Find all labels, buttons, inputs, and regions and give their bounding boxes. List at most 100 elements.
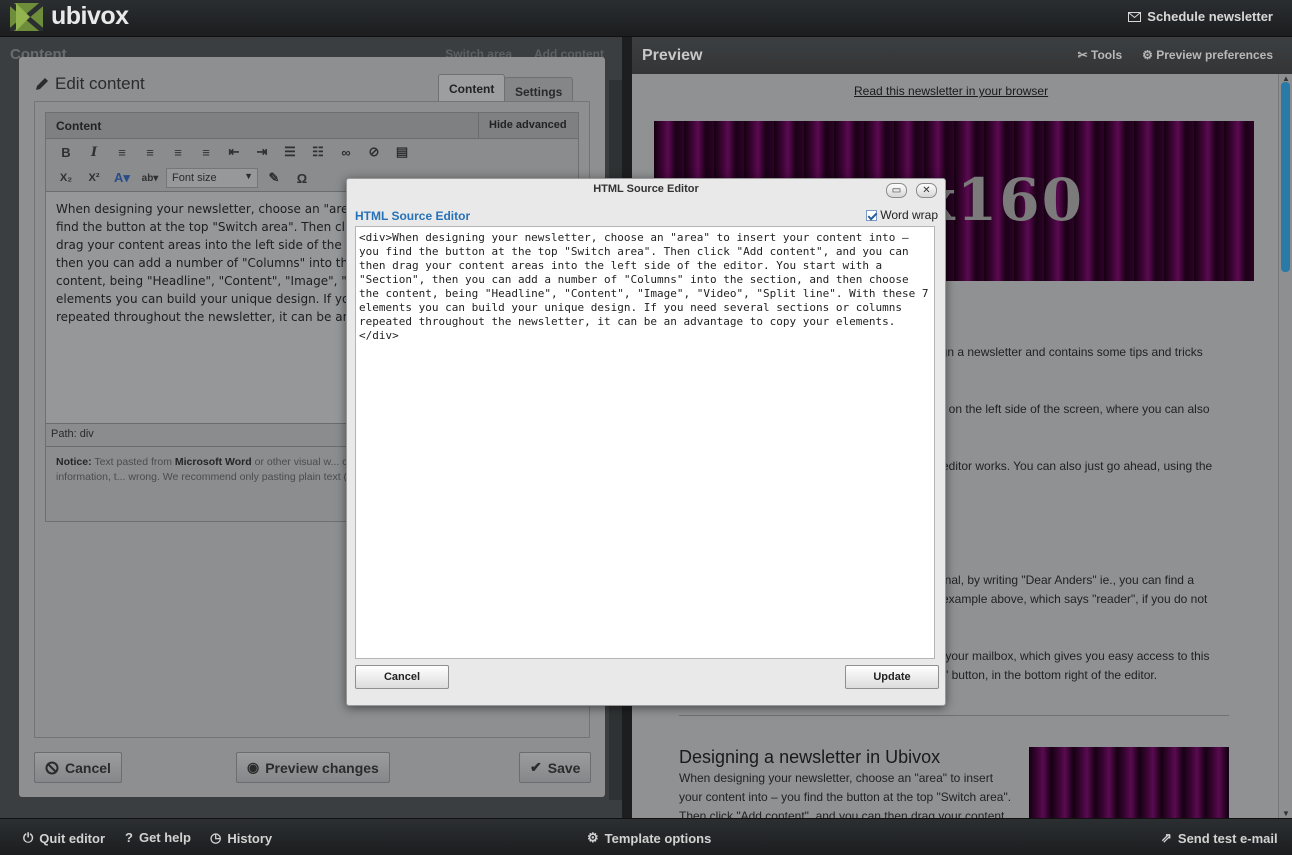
preview-snippet: sonal, by writing "Dear Anders" ie., you…: [932, 573, 1194, 587]
envelope-icon: [1128, 11, 1142, 22]
maximize-button[interactable]: ▭: [886, 183, 907, 198]
schedule-newsletter-button[interactable]: Schedule newsletter: [1128, 9, 1273, 24]
word-wrap-label: Word wrap: [880, 208, 938, 222]
logo-mark-icon: [10, 2, 43, 31]
preview-snippet: n example above, which says "reader", if…: [932, 592, 1208, 606]
path-label: Path:: [51, 428, 77, 440]
preview-snippet: to your mailbox, which gives you easy ac…: [932, 649, 1210, 663]
edit-content-title: Edit content: [34, 74, 145, 94]
word-wrap-checkbox[interactable]: [866, 209, 878, 221]
path-value[interactable]: div: [80, 428, 94, 440]
bold-button[interactable]: B: [54, 142, 78, 162]
logo-text: ubivox: [51, 2, 129, 30]
tools-label: Tools: [1091, 48, 1123, 62]
cancel-icon: [45, 761, 59, 774]
align-center-icon[interactable]: ≡: [138, 142, 162, 162]
tab-settings[interactable]: Settings: [504, 77, 574, 102]
history-label: History: [227, 830, 273, 846]
superscript-icon[interactable]: X²: [82, 168, 106, 188]
align-left-icon[interactable]: ≡: [110, 142, 134, 162]
scrollbar-thumb[interactable]: [1281, 82, 1290, 272]
get-help-button[interactable]: ? Get help: [125, 830, 191, 845]
tools-button[interactable]: ✂ Tools: [1078, 48, 1123, 62]
article-image: [1029, 747, 1229, 818]
bottom-bar: ⏻ Quit editor ? Get help ◷ History ⚙ Tem…: [0, 818, 1292, 855]
align-justify-icon[interactable]: ≡: [194, 142, 218, 162]
preview-snippet: e editor works. You can also just go ahe…: [932, 459, 1213, 473]
html-source-editor-dialog: HTML Source Editor ▭ ✕ HTML Source Edito…: [346, 178, 946, 706]
link-icon[interactable]: ∞: [334, 142, 358, 162]
background-color-icon[interactable]: ab▾: [138, 168, 162, 188]
power-icon: ⏻: [23, 830, 34, 845]
hide-advanced-button[interactable]: Hide advanced: [478, 113, 578, 138]
preview-preferences-label: Preview preferences: [1156, 48, 1273, 62]
preview-snippet: ed on the left side of the screen, where…: [932, 402, 1210, 416]
notice-text: Text pasted from: [94, 456, 172, 468]
preview-changes-button[interactable]: ◉ Preview changes: [236, 752, 390, 783]
preview-snippet: ail" button, in the bottom right of the …: [932, 668, 1158, 682]
share-icon: ⇗: [1161, 830, 1172, 845]
cancel-button[interactable]: Cancel: [355, 665, 449, 689]
template-options-button[interactable]: ⚙ Template options: [587, 830, 711, 846]
gear-icon: ⚙: [1142, 48, 1153, 62]
history-button[interactable]: ◷ History: [210, 830, 272, 846]
top-bar: ubivox Schedule newsletter: [0, 0, 1292, 37]
read-in-browser-link[interactable]: Read this newsletter in your browser: [854, 84, 1048, 98]
eye-icon: ◉: [247, 759, 260, 775]
quit-editor-button[interactable]: ⏻ Quit editor: [23, 830, 105, 846]
paste-icon[interactable]: ▤: [390, 142, 414, 162]
font-size-select[interactable]: Font size ▼: [166, 168, 258, 188]
preview-split-line: [679, 715, 1229, 716]
cancel-edit-label: Cancel: [65, 759, 111, 776]
send-test-email-label: Send test e-mail: [1177, 830, 1278, 846]
gear-icon: ⚙: [587, 830, 599, 845]
pencil-icon: [36, 77, 48, 90]
preview-title: Preview: [642, 47, 703, 64]
save-label: Save: [547, 759, 581, 776]
word-wrap-toggle[interactable]: Word wrap: [866, 208, 938, 222]
source-editor-heading: HTML Source Editor: [355, 209, 471, 223]
toolbar-row-1: B I ≡ ≡ ≡ ≡ ⇤ ⇥ ☰ ☷ ∞ ⊘ ▤: [46, 139, 578, 165]
notice-label: Notice:: [56, 456, 92, 468]
article-body: When designing your newsletter, choose a…: [679, 771, 1012, 818]
article-title: Designing a newsletter in Ubivox: [679, 747, 941, 767]
close-icon[interactable]: ✕: [916, 183, 937, 198]
content-editor-label: Content: [56, 119, 102, 133]
font-size-select-label: Font size: [172, 172, 217, 184]
send-test-email-button[interactable]: ⇗ Send test e-mail: [1161, 830, 1278, 846]
save-button[interactable]: ✔ Save: [519, 752, 592, 783]
quit-editor-label: Quit editor: [39, 830, 106, 846]
bullet-list-icon[interactable]: ☰: [278, 142, 302, 162]
preview-scrollbar[interactable]: ▲ ▼: [1278, 74, 1292, 818]
text-color-icon[interactable]: A▾: [110, 168, 134, 188]
outdent-icon[interactable]: ⇤: [222, 142, 246, 162]
source-edit-icon[interactable]: ✎: [262, 168, 286, 188]
tools-icon: ✂: [1077, 48, 1088, 62]
subscript-icon[interactable]: X₂: [54, 168, 78, 188]
preview-changes-label: Preview changes: [265, 759, 379, 776]
special-char-icon[interactable]: Ω: [290, 168, 314, 188]
preview-snippet: sign a newsletter and contains some tips…: [932, 345, 1203, 359]
clock-icon: ◷: [210, 830, 222, 845]
edit-content-title-text: Edit content: [55, 74, 145, 93]
help-icon: ?: [125, 830, 133, 845]
preview-header: Preview ✂ Tools ⚙ Preview preferences: [632, 37, 1292, 74]
indent-icon[interactable]: ⇥: [250, 142, 274, 162]
content-editor-header: Content Hide advanced: [46, 113, 578, 139]
align-right-icon[interactable]: ≡: [166, 142, 190, 162]
schedule-newsletter-label: Schedule newsletter: [1147, 9, 1273, 24]
preview-preferences-button[interactable]: ⚙ Preview preferences: [1142, 48, 1273, 62]
template-options-label: Template options: [604, 830, 712, 846]
chevron-down-icon: ▼: [244, 171, 253, 181]
html-source-textarea[interactable]: <div>When designing your newsletter, cho…: [355, 226, 935, 659]
checkmark-icon: ✔: [530, 759, 542, 775]
tab-content[interactable]: Content: [438, 74, 506, 102]
update-button[interactable]: Update: [845, 665, 939, 689]
italic-button[interactable]: I: [82, 142, 106, 162]
cancel-edit-button[interactable]: Cancel: [34, 752, 122, 783]
notice-word: Microsoft Word: [174, 456, 252, 468]
unlink-icon[interactable]: ⊘: [362, 142, 386, 162]
dialog-titlebar[interactable]: HTML Source Editor: [347, 179, 945, 201]
scroll-down-icon[interactable]: ▼: [1282, 809, 1290, 818]
numbered-list-icon[interactable]: ☷: [306, 142, 330, 162]
